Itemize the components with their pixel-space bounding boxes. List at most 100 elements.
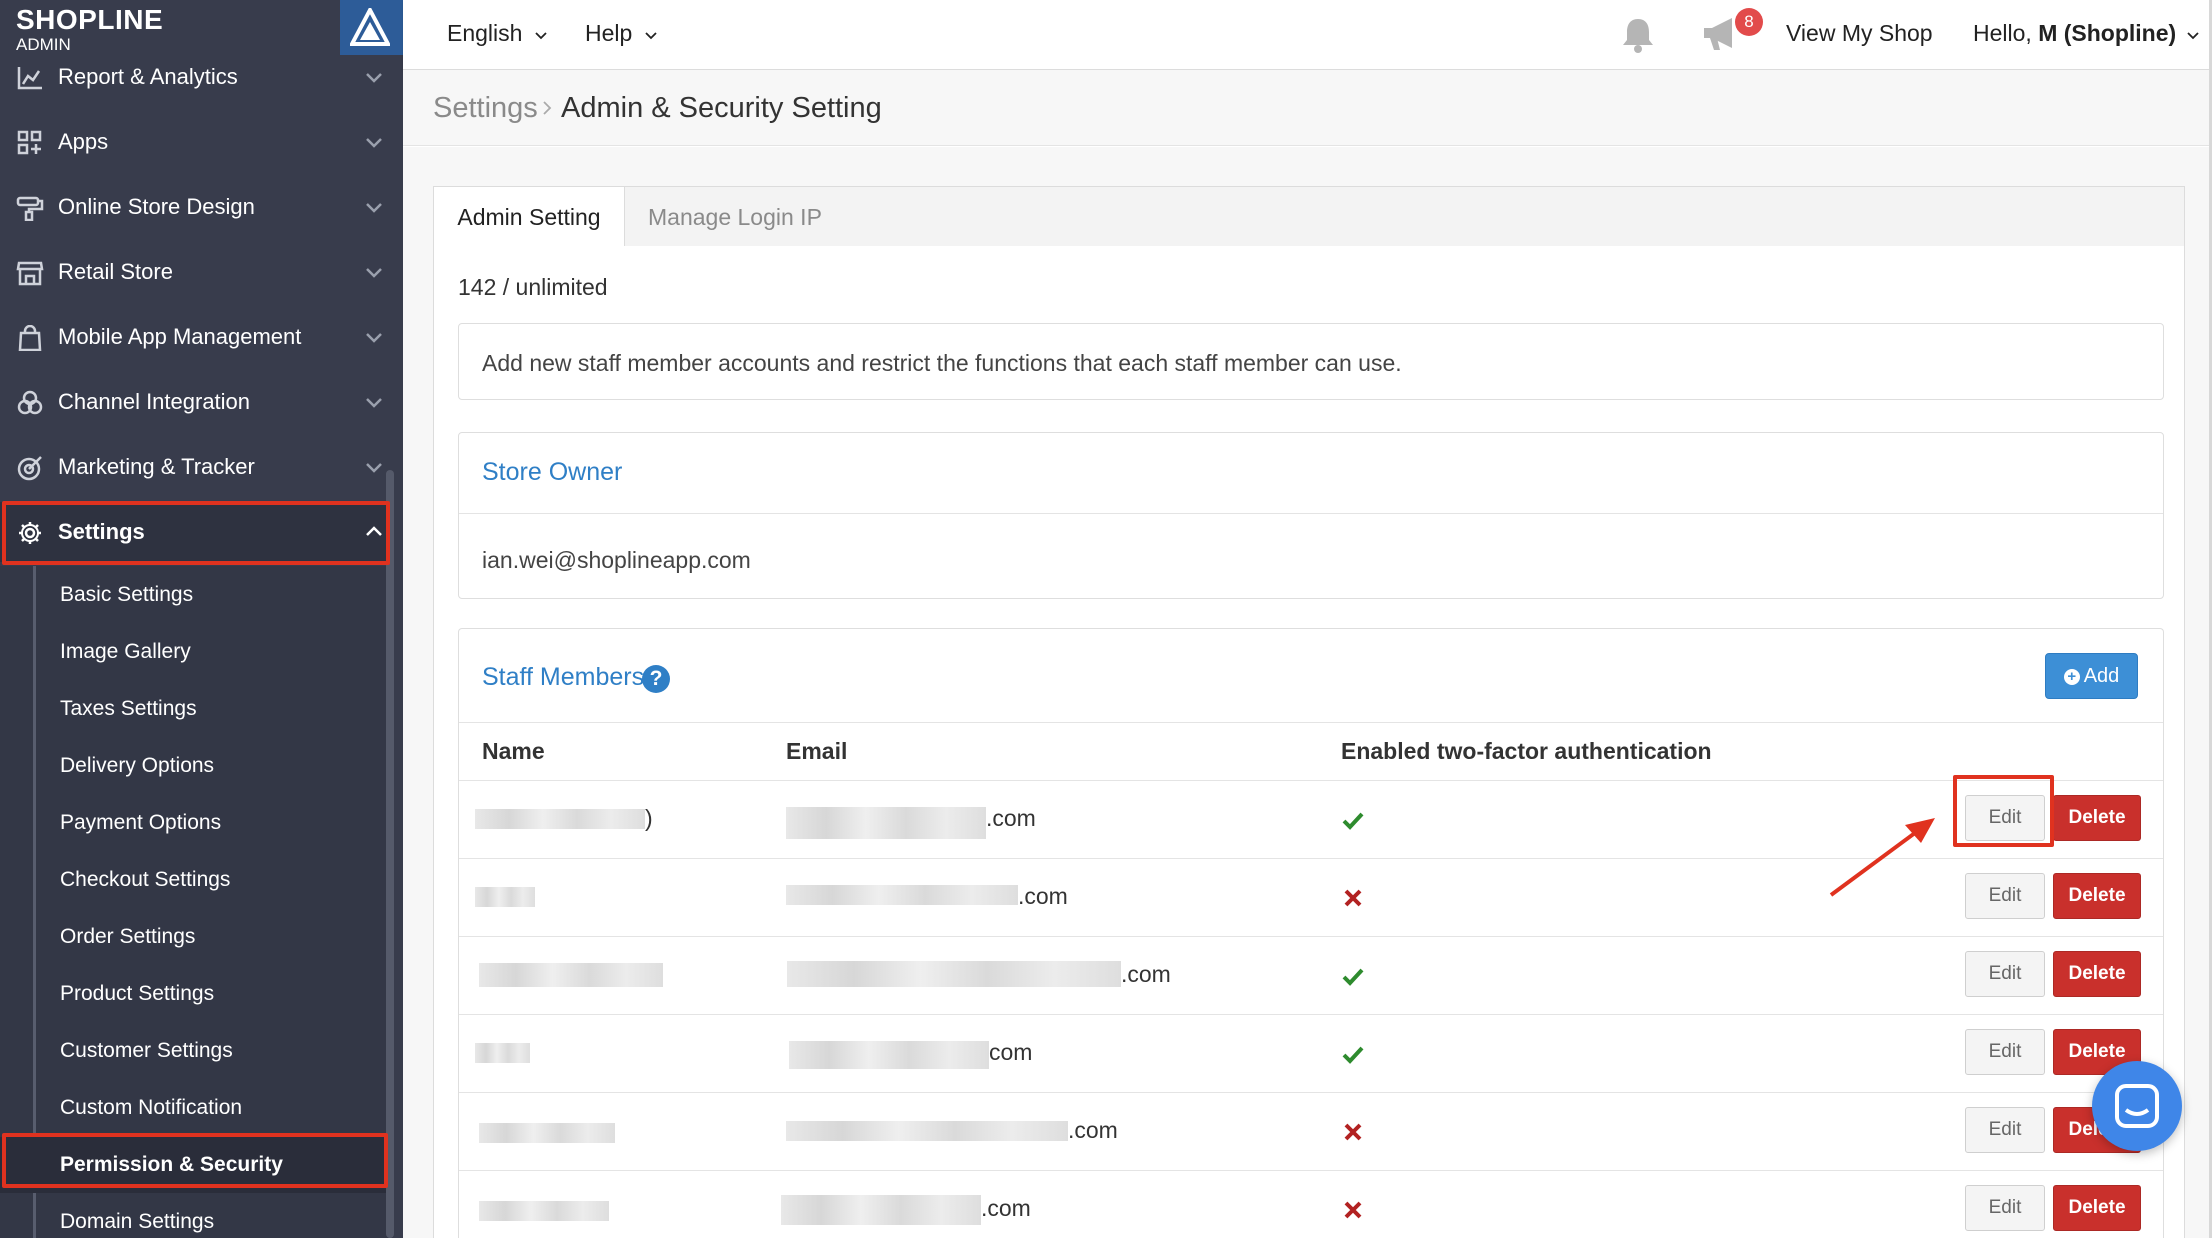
subitem-label: Checkout Settings bbox=[60, 868, 231, 891]
email-suffix: .com bbox=[986, 805, 1036, 831]
shopline-mark-icon bbox=[350, 8, 390, 46]
sidebar-subitem-domain-settings[interactable]: Domain Settings bbox=[0, 1194, 390, 1238]
store-owner-title: Store Owner bbox=[482, 458, 623, 486]
sidebar-subitem-custom-notification[interactable]: Custom Notification bbox=[0, 1080, 390, 1136]
chat-widget-button[interactable] bbox=[2092, 1061, 2182, 1151]
sidebar-subitem-customer-settings[interactable]: Customer Settings bbox=[0, 1023, 390, 1079]
email-suffix: com bbox=[989, 1039, 1033, 1065]
chevron-right-icon bbox=[543, 101, 552, 115]
language-dropdown[interactable]: English bbox=[447, 20, 547, 47]
subitem-label: Basic Settings bbox=[60, 583, 194, 606]
column-header-tfa: Enabled two-factor authentication bbox=[1341, 738, 1712, 764]
sidebar-subitem-product-settings[interactable]: Product Settings bbox=[0, 966, 390, 1022]
edit-button[interactable]: Edit bbox=[1965, 1029, 2045, 1075]
tab-manage-login-ip[interactable]: Manage Login IP bbox=[648, 187, 822, 247]
store-owner-email: ian.wei@shoplineapp.com bbox=[482, 547, 751, 573]
sidebar-item-mobile-app-management[interactable]: Mobile App Management bbox=[0, 307, 390, 367]
chart-icon bbox=[17, 67, 42, 90]
breadcrumb-settings-link[interactable]: Settings bbox=[433, 92, 538, 125]
subitem-label: Permission & Security bbox=[60, 1153, 283, 1176]
store-icon bbox=[16, 261, 44, 286]
name-suffix: ) bbox=[645, 805, 653, 831]
checkmark-icon bbox=[1342, 812, 1364, 830]
email-suffix: .com bbox=[1018, 883, 1068, 909]
greeting-text: Hello, bbox=[1973, 20, 2032, 46]
redacted-email bbox=[781, 1195, 981, 1225]
sidebar-scrollbar[interactable] bbox=[386, 470, 394, 1238]
sidebar-subitem-order-settings[interactable]: Order Settings bbox=[0, 909, 390, 965]
sidebar-item-channel-integration[interactable]: Channel Integration bbox=[0, 372, 390, 432]
delete-button[interactable]: Delete bbox=[2053, 1185, 2141, 1231]
sidebar-subitem-delivery-options[interactable]: Delivery Options bbox=[0, 738, 390, 794]
delete-button[interactable]: Delete bbox=[2053, 873, 2141, 919]
chevron-down-icon bbox=[366, 73, 382, 83]
subitem-label: Order Settings bbox=[60, 925, 196, 948]
edit-button[interactable]: Edit bbox=[1965, 873, 2045, 919]
redacted-email bbox=[786, 1121, 1068, 1141]
edit-button[interactable]: Edit bbox=[1965, 1107, 2045, 1153]
add-staff-button[interactable]: + Add bbox=[2045, 653, 2138, 699]
sidebar-item-label: Marketing & Tracker bbox=[58, 454, 255, 479]
help-icon[interactable]: ? bbox=[642, 665, 670, 693]
sidebar-item-label: Online Store Design bbox=[58, 194, 255, 219]
chevron-down-icon bbox=[645, 32, 657, 40]
sidebar-item-marketing-tracker[interactable]: Marketing & Tracker bbox=[0, 437, 390, 497]
sidebar-subitem-basic-settings[interactable]: Basic Settings bbox=[0, 567, 390, 623]
delete-button[interactable]: Delete bbox=[2053, 951, 2141, 997]
store-owner-panel: Store Owner ian.wei@shoplineapp.com bbox=[458, 432, 2164, 599]
sidebar-item-settings[interactable]: Settings bbox=[0, 502, 390, 562]
redacted-name bbox=[475, 887, 535, 907]
redacted-email bbox=[787, 961, 1121, 987]
channels-icon bbox=[17, 390, 43, 415]
sidebar-item-label: Mobile App Management bbox=[58, 324, 302, 349]
chevron-down-icon bbox=[366, 333, 382, 343]
sidebar-subitem-image-gallery[interactable]: Image Gallery bbox=[0, 624, 390, 680]
breadcrumb: Settings Admin & Security Setting bbox=[403, 70, 2212, 146]
sidebar-item-retail-store[interactable]: Retail Store bbox=[0, 242, 390, 302]
sidebar-item-apps[interactable]: Apps bbox=[0, 112, 390, 172]
divider bbox=[459, 513, 2163, 514]
sidebar-item-label: Channel Integration bbox=[58, 389, 251, 414]
plus-circle-icon: + bbox=[2063, 669, 2080, 685]
bell-icon[interactable] bbox=[1618, 16, 1658, 54]
chevron-down-icon bbox=[366, 463, 382, 473]
delete-button[interactable]: Delete bbox=[2053, 795, 2141, 841]
sidebar-subitem-payment-options[interactable]: Payment Options bbox=[0, 795, 390, 851]
subitem-label: Delivery Options bbox=[60, 754, 215, 777]
column-header-email: Email bbox=[786, 738, 848, 764]
column-header-name: Name bbox=[482, 738, 545, 764]
language-label: English bbox=[447, 20, 523, 46]
page-title: Admin & Security Setting bbox=[561, 92, 882, 124]
notification-badge: 8 bbox=[1735, 8, 1763, 36]
sidebar-item-label: Settings bbox=[58, 519, 145, 544]
sidebar-subitem-taxes-settings[interactable]: Taxes Settings bbox=[0, 681, 390, 737]
view-my-shop-link[interactable]: View My Shop bbox=[1786, 20, 1933, 47]
chevron-down-icon bbox=[366, 203, 382, 213]
redacted-email bbox=[786, 885, 1018, 905]
edit-button[interactable]: Edit bbox=[1965, 951, 2045, 997]
sidebar-item-report-analytics[interactable]: Report & Analytics bbox=[0, 47, 390, 107]
table-row: .com Edit Delete bbox=[459, 1093, 2163, 1171]
sidebar-item-online-store-design[interactable]: Online Store Design bbox=[0, 177, 390, 237]
settings-tabs: Admin Setting Manage Login IP bbox=[433, 186, 2185, 248]
redacted-name bbox=[475, 809, 645, 829]
subitem-label: Custom Notification bbox=[60, 1096, 243, 1119]
subitem-label: Customer Settings bbox=[60, 1039, 233, 1062]
redacted-name bbox=[479, 1201, 609, 1221]
sidebar-subitem-permission-security[interactable]: Permission & Security bbox=[0, 1137, 390, 1193]
edit-button[interactable]: Edit bbox=[1965, 1185, 2045, 1231]
help-dropdown[interactable]: Help bbox=[585, 20, 657, 47]
staff-members-panel: Staff Members ? + Add Name Email Enabled … bbox=[458, 628, 2164, 1238]
annotation-arrow-icon bbox=[1829, 818, 1935, 897]
sidebar-subitem-checkout-settings[interactable]: Checkout Settings bbox=[0, 852, 390, 908]
top-bar: English Help bbox=[403, 0, 2212, 70]
tab-admin-setting[interactable]: Admin Setting bbox=[434, 187, 625, 248]
edit-button[interactable]: Edit bbox=[1965, 795, 2045, 841]
chevron-down-icon bbox=[2186, 32, 2199, 40]
subitem-label: Payment Options bbox=[60, 811, 222, 834]
redacted-name bbox=[479, 1123, 615, 1143]
table-row: com Edit Delete bbox=[459, 1015, 2163, 1093]
redacted-name bbox=[475, 1043, 530, 1063]
user-menu[interactable]: Hello, M (Shopline) bbox=[1973, 20, 2199, 47]
shopping-bag-icon bbox=[18, 325, 42, 351]
